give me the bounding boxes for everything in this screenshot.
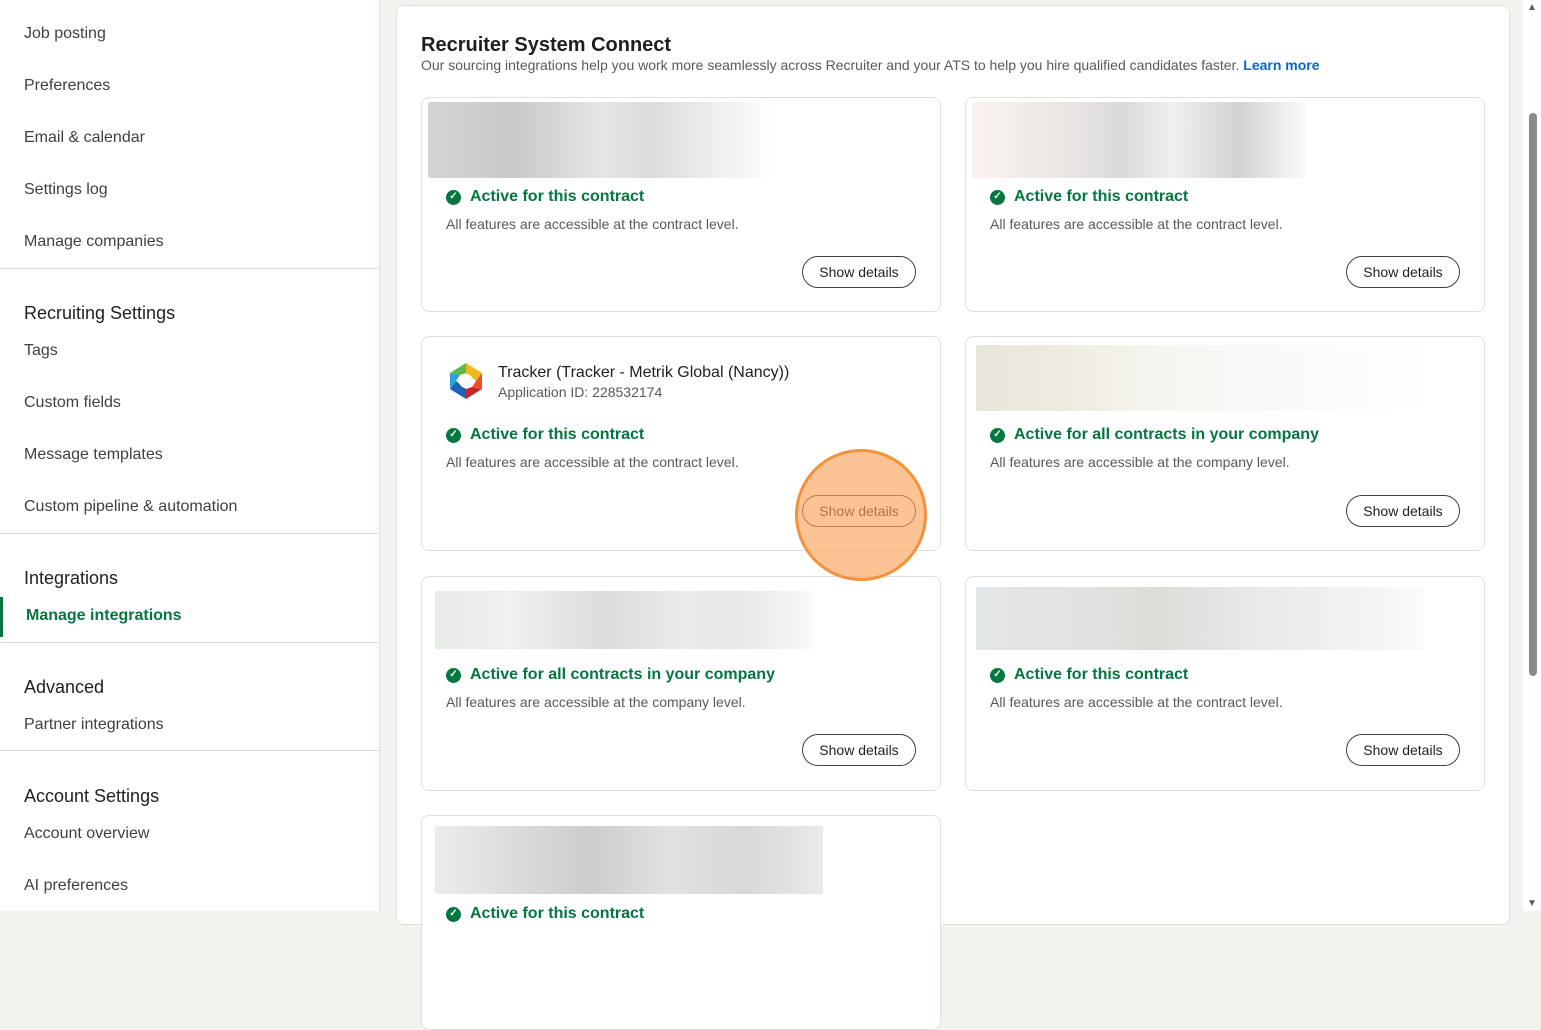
nav-settings-log[interactable]: Settings log [24,181,108,199]
status-note: All features are accessible at the compa… [446,694,746,710]
status-text: Active for this contract [470,426,645,443]
show-details-button[interactable]: Show details [1346,256,1460,288]
integrations-panel: Recruiter System Connect Our sourcing in… [396,5,1510,1030]
show-details-button[interactable]: Show details [1346,734,1460,766]
check-circle-icon: ✓ [990,427,1005,443]
recruiting-settings-heading: Recruiting Settings [24,303,176,323]
show-details-button[interactable]: Show details [802,734,916,766]
learn-more-link[interactable]: Learn more [1243,57,1319,73]
sidebar-divider [0,642,379,643]
check-circle-icon: ✓ [446,189,461,205]
integration-card: ✓ Active for this contract All features a… [421,97,941,312]
scrollbar-thumb[interactable] [1529,113,1537,676]
check-circle-icon: ✓ [990,189,1005,205]
tracker-logo-icon [450,363,482,399]
page-title: Recruiter System Connect [421,34,672,56]
status-label: ✓ Active for this contract [446,426,644,444]
settings-sidebar: Job posting Preferences Email & calendar… [0,0,380,911]
status-note: All features are accessible at the contr… [446,216,739,232]
app-name: Tracker (Tracker - Metrik Global (Nancy)… [498,364,790,381]
nav-email-calendar[interactable]: Email & calendar [24,129,145,147]
status-note: All features are accessible at the contr… [990,694,1283,710]
status-label: ✓ Active for this contract [446,188,644,206]
show-details-button[interactable]: Show details [802,256,916,288]
scroll-down-arrow-icon[interactable]: ▼ [1527,898,1537,909]
nav-custom-pipeline[interactable]: Custom pipeline & automation [24,498,237,516]
check-circle-icon: ✓ [446,667,461,683]
nav-manage-companies[interactable]: Manage companies [24,233,164,251]
sidebar-divider [0,750,379,751]
nav-custom-fields[interactable]: Custom fields [24,394,121,412]
nav-manage-integrations[interactable]: Manage integrations [0,597,379,637]
show-details-button[interactable]: Show details [802,495,916,527]
nav-preferences[interactable]: Preferences [24,77,110,95]
integration-card: ✓ Active for this contract All features a… [965,97,1485,312]
app-id: Application ID: 228532174 [498,384,663,400]
redacted-logo [435,591,813,649]
status-text: Active for all contracts in your company [470,666,775,683]
redacted-logo [976,345,1432,411]
nav-job-posting[interactable]: Job posting [24,25,106,43]
description-text: Our sourcing integrations help you work … [421,57,1240,73]
advanced-heading: Advanced [24,677,105,697]
redacted-logo [976,587,1424,650]
show-details-button[interactable]: Show details [1346,495,1460,527]
status-label: ✓ Active for this contract [990,666,1188,684]
page-description: Our sourcing integrations help you work … [421,57,1320,73]
integration-card: ✓ Active for all contracts in your compan… [421,576,941,791]
nav-ai-preferences[interactable]: AI preferences [24,877,128,895]
status-text: Active for this contract [1014,666,1189,683]
check-circle-icon: ✓ [446,427,461,443]
status-text: Active for all contracts in your company [1014,426,1319,443]
status-label: ✓ Active for all contracts in your compan… [990,426,1319,444]
integrations-heading: Integrations [24,568,119,588]
status-text: Active for this contract [470,905,645,922]
redacted-logo [428,102,772,178]
status-label: ✓ Active for this contract [446,905,644,923]
nav-partner-integrations[interactable]: Partner integrations [24,716,164,734]
scroll-up-arrow-icon[interactable]: ▲ [1527,2,1537,13]
nav-account-overview[interactable]: Account overview [24,825,149,843]
status-note: All features are accessible at the contr… [990,216,1283,232]
integration-card: ✓ Active for this contract All features a… [965,576,1485,791]
integration-card-tracker: Tracker (Tracker - Metrik Global (Nancy)… [421,336,941,551]
integration-card: ✓ Active for all contracts in your compan… [965,336,1485,551]
nav-manage-integrations-label: Manage integrations [26,607,182,624]
nav-tags[interactable]: Tags [24,342,58,360]
redacted-logo [972,102,1306,178]
nav-message-templates[interactable]: Message templates [24,446,163,464]
status-note: All features are accessible at the compa… [990,454,1290,470]
redacted-logo [435,826,823,894]
account-settings-heading: Account Settings [24,786,160,806]
sidebar-divider [0,533,379,534]
status-label: ✓ Active for all contracts in your compan… [446,666,775,684]
status-text: Active for this contract [1014,188,1189,205]
integration-card: ✓ Active for this contract [421,815,941,1030]
status-label: ✓ Active for this contract [990,188,1188,206]
status-text: Active for this contract [470,188,645,205]
check-circle-icon: ✓ [446,906,461,922]
check-circle-icon: ✓ [990,667,1005,683]
active-indicator [0,597,3,637]
status-note: All features are accessible at the contr… [446,454,739,470]
sidebar-divider [0,268,379,269]
